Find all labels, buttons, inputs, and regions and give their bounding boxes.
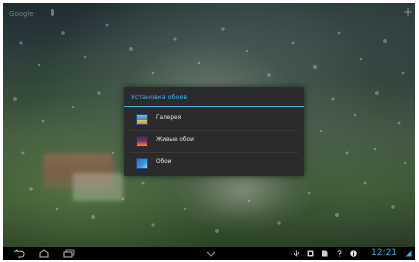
set-wallpaper-dialog: Установка обоев Галерея Живые обои Обои (124, 87, 304, 176)
device-frame: Google + Установка обоев Галерея Живые о… (0, 0, 419, 262)
dialog-title: Установка обоев (131, 93, 188, 101)
signal-icon (405, 250, 412, 257)
dialog-title-divider (124, 106, 304, 107)
google-search-label[interactable]: Google (9, 10, 34, 18)
option-wallpapers-label: Обои (156, 159, 172, 165)
help-icon (337, 250, 342, 257)
info-icon (350, 250, 357, 257)
system-bar: 12:21 (3, 247, 415, 260)
sd-card-icon (322, 250, 328, 257)
voice-search-icon[interactable] (51, 9, 54, 16)
recent-apps-icon[interactable] (63, 249, 75, 258)
status-clock[interactable]: 12:21 (371, 248, 397, 259)
chevron-down-icon[interactable] (205, 249, 217, 258)
option-live-wallpapers[interactable]: Живые обои (124, 131, 304, 152)
option-gallery[interactable]: Галерея (124, 109, 304, 130)
option-live-wallpapers-label: Живые обои (156, 137, 194, 143)
wallpapers-icon (136, 158, 148, 169)
tablet-screen: Google + Установка обоев Галерея Живые о… (3, 3, 415, 260)
screenshot-icon (307, 250, 314, 257)
gallery-icon (136, 114, 148, 125)
option-wallpapers[interactable]: Обои (124, 153, 304, 174)
option-gallery-label: Галерея (156, 115, 182, 121)
add-widget-icon[interactable]: + (403, 6, 413, 18)
home-icon[interactable] (38, 249, 50, 258)
live-wallpaper-icon (136, 136, 148, 147)
back-icon[interactable] (13, 249, 25, 258)
usb-icon (294, 250, 299, 257)
